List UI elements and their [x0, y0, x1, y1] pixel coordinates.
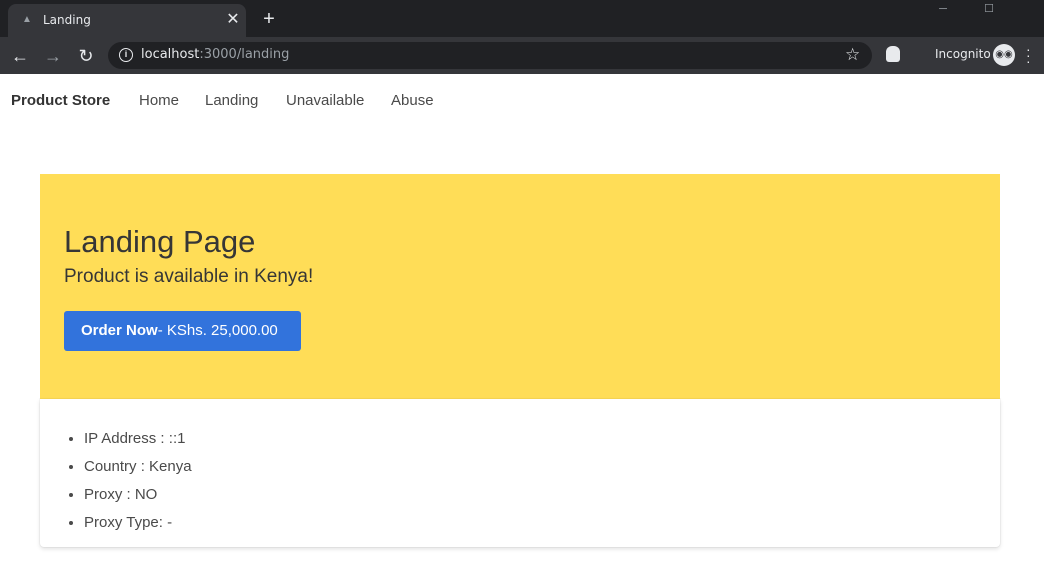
site-navbar: Product Store Home Landing Unavailable A…: [0, 74, 1044, 128]
back-icon[interactable]: ←: [8, 44, 32, 68]
reload-icon[interactable]: ↻: [74, 44, 98, 68]
minimize-icon[interactable]: ─: [920, 0, 966, 18]
order-price-label: - KShs. 25,000.00: [157, 322, 278, 339]
url-text[interactable]: localhost:3000/landing: [141, 47, 289, 62]
browser-menu-icon[interactable]: · · ·: [1026, 42, 1031, 68]
visitor-info-card: IP Address : ::1 Country : Kenya Proxy :…: [40, 399, 1000, 547]
order-now-button[interactable]: Order Now- KShs. 25,000.00: [64, 311, 301, 351]
forward-icon[interactable]: →: [41, 44, 65, 68]
address-bar[interactable]: i localhost:3000/landing ☆: [108, 42, 872, 69]
bookmark-star-icon[interactable]: ☆: [845, 45, 860, 65]
country-item: Country : Kenya: [84, 457, 192, 485]
page-title: Landing Page: [64, 224, 256, 259]
site-info-icon[interactable]: i: [119, 48, 133, 62]
browser-tab[interactable]: ▲ Landing ✕: [8, 4, 246, 37]
extension-icon[interactable]: [886, 46, 900, 62]
proxy-type-item: Proxy Type: -: [84, 513, 192, 541]
proxy-item: Proxy : NO: [84, 485, 192, 513]
maximize-icon[interactable]: ☐: [966, 0, 1012, 18]
brand-logo[interactable]: Product Store: [11, 92, 110, 109]
nav-link-unavailable[interactable]: Unavailable: [286, 92, 364, 109]
hero-banner: Landing Page Product is available in Ken…: [40, 174, 1000, 399]
incognito-icon[interactable]: ◉◉: [993, 44, 1015, 66]
order-now-label: Order Now: [81, 322, 158, 339]
nav-link-home[interactable]: Home: [139, 92, 179, 109]
close-tab-icon[interactable]: ✕: [223, 10, 243, 30]
tab-title: Landing: [43, 13, 91, 27]
availability-subtitle: Product is available in Kenya!: [64, 266, 314, 287]
new-tab-icon[interactable]: +: [258, 8, 280, 30]
favicon-icon: ▲: [22, 14, 32, 25]
visitor-info-list: IP Address : ::1 Country : Kenya Proxy :…: [84, 429, 192, 541]
nav-link-landing[interactable]: Landing: [205, 92, 258, 109]
ip-address-item: IP Address : ::1: [84, 429, 192, 457]
incognito-label: Incognito: [935, 47, 991, 61]
browser-tab-bar: ▲ Landing ✕ + ─ ☐: [0, 0, 1044, 37]
nav-link-abuse[interactable]: Abuse: [391, 92, 434, 109]
